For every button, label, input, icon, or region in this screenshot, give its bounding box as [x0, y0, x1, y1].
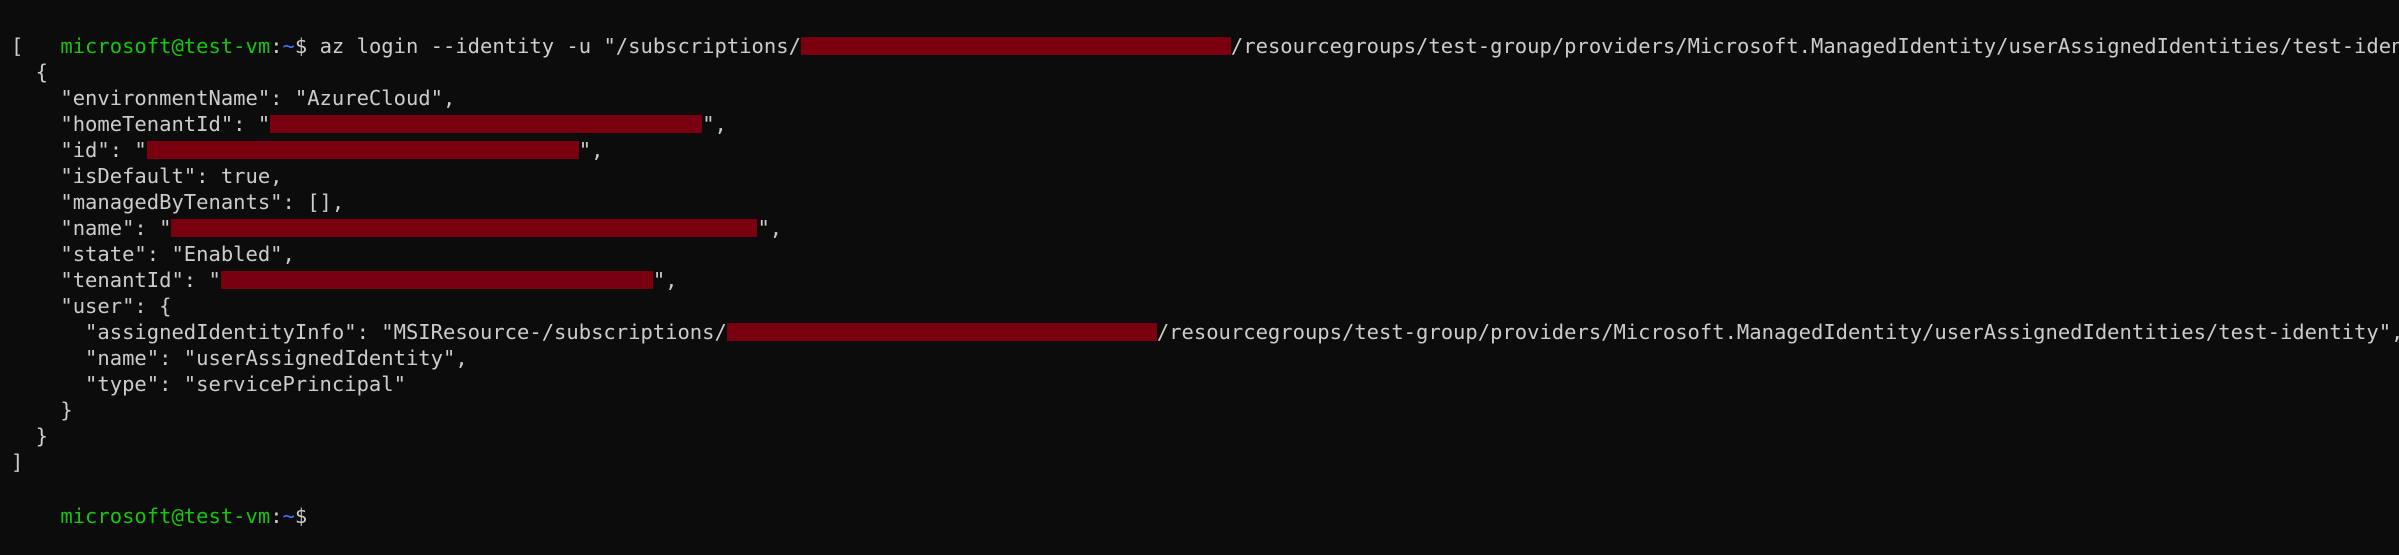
id-suffix: ", — [578, 138, 604, 162]
tenant-id-key: "tenantId": " — [11, 268, 221, 292]
name-suffix: ", — [757, 216, 783, 240]
output-user-close: } — [11, 398, 73, 422]
output-user-type: "type": "servicePrincipal" — [11, 372, 406, 396]
assigned-identity-key: "assignedIdentityInfo": "MSIResource-/su… — [11, 320, 727, 344]
home-tenant-id-key: "homeTenantId": " — [11, 112, 271, 136]
output-name: "name": " ", — [11, 215, 782, 241]
home-tenant-id-suffix: ", — [702, 112, 727, 136]
tenant-id-suffix: ", — [652, 268, 678, 292]
redacted-subscription-id — [800, 37, 1231, 55]
final-prompt-sign: $ — [294, 504, 320, 528]
command-line: microsoft@test-vm:~$ az login --identity… — [11, 7, 2399, 58]
redacted-home-tenant-id — [270, 115, 703, 133]
output-assigned-identity-info: "assignedIdentityInfo": "MSIResource-/su… — [11, 319, 2399, 345]
output-managed-by-tenants: "managedByTenants": [], — [11, 190, 345, 214]
input-cursor[interactable] — [320, 501, 331, 523]
redacted-id — [146, 141, 579, 159]
redacted-assigned-subscription-id — [726, 323, 1157, 341]
name-key: "name": " — [11, 216, 172, 240]
assigned-identity-suffix: /resourcegroups/test-group/providers/Mic… — [1156, 320, 2399, 344]
output-state: "state": "Enabled", — [11, 242, 295, 266]
output-user-open: "user": { — [11, 294, 172, 318]
output-home-tenant-id: "homeTenantId": " ", — [11, 111, 727, 137]
output-open-brace: { — [11, 60, 49, 84]
prompt-separator: : — [270, 34, 283, 58]
output-is-default: "isDefault": true, — [11, 164, 283, 188]
output-close-bracket: ] — [11, 450, 24, 474]
output-open-bracket: [ — [11, 34, 24, 58]
final-prompt-line[interactable]: microsoft@test-vm:~$ — [11, 475, 331, 528]
prompt-sign: $ — [294, 34, 320, 58]
output-tenant-id: "tenantId": " ", — [11, 267, 678, 293]
final-prompt-separator: : — [270, 504, 283, 528]
output-close-brace: } — [11, 424, 49, 448]
final-prompt-path: ~ — [282, 504, 295, 528]
redacted-name — [171, 219, 758, 237]
output-user-name: "name": "userAssignedIdentity", — [11, 346, 468, 370]
redacted-tenant-id — [220, 271, 653, 289]
prompt-user-host: microsoft@test-vm — [60, 34, 271, 58]
terminal-window[interactable]: microsoft@test-vm:~$ az login --identity… — [0, 0, 2399, 528]
command-text-part2: /resourcegroups/test-group/providers/Mic… — [1230, 34, 2399, 58]
final-prompt-user-host: microsoft@test-vm — [60, 504, 271, 528]
output-environment-name: "environmentName": "AzureCloud", — [11, 86, 456, 110]
output-id: "id": " ", — [11, 137, 603, 163]
id-key: "id": " — [11, 138, 147, 162]
prompt-path: ~ — [282, 34, 295, 58]
command-text-part1: az login --identity -u "/subscriptions/ — [319, 34, 801, 58]
